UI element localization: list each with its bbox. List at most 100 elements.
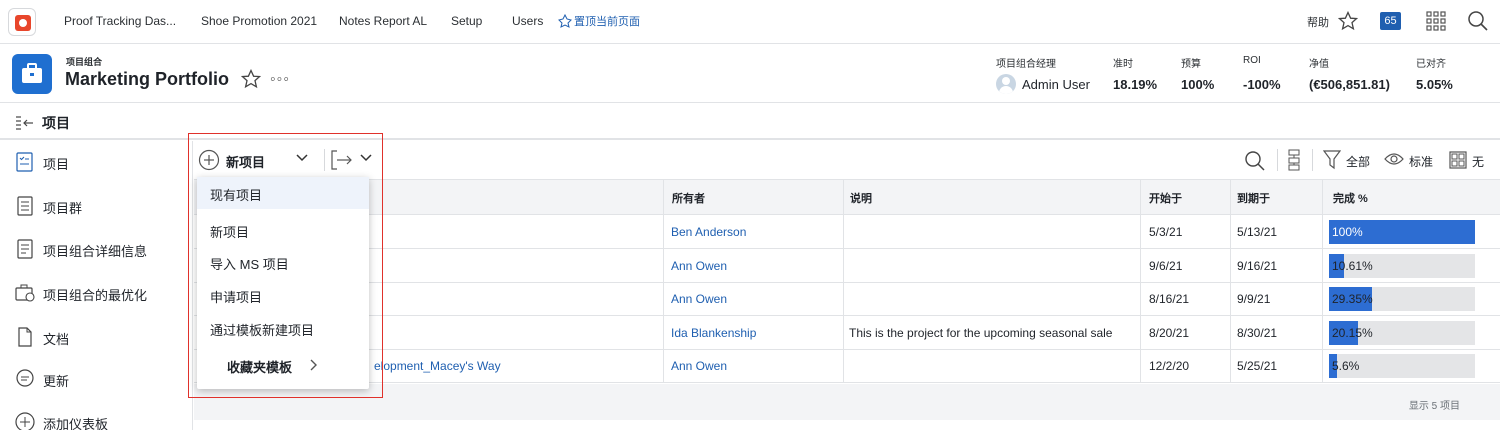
divider xyxy=(1140,179,1141,383)
highlight-box xyxy=(188,133,383,398)
progress-bar: 10.61% xyxy=(1329,253,1475,278)
owner-link[interactable]: Ben Anderson xyxy=(671,225,746,239)
section-title: 项目 xyxy=(42,115,70,131)
sidebar-item-label: 文档 xyxy=(43,332,70,347)
portfolio-header: 项目组合 Marketing Portfolio ◦◦◦ 项目组合经理 Admi… xyxy=(0,45,1500,103)
column-header-owner[interactable]: 所有者 xyxy=(672,190,705,206)
more-options-icon[interactable]: ◦◦◦ xyxy=(270,71,290,89)
nav-item-users[interactable]: Users xyxy=(512,14,543,28)
stat-label-manager: 项目组合经理 xyxy=(996,59,1056,70)
due-date-cell: 9/16/21 xyxy=(1237,258,1278,273)
table-row[interactable]: Ann Owen 9/6/21 9/16/21 10.61% xyxy=(194,249,1500,283)
divider xyxy=(1322,179,1323,383)
stat-value-net-value: (€506,851.81) xyxy=(1309,77,1390,92)
start-date-cell: 12/2/20 xyxy=(1149,359,1190,374)
hierarchy-icon[interactable] xyxy=(1286,149,1302,171)
sidebar-item-programs[interactable]: 项目群 xyxy=(14,195,189,219)
progress-bar: 20.15% xyxy=(1329,320,1475,345)
add-circle-icon xyxy=(15,412,35,430)
pin-label: 置顶当前页面 xyxy=(574,16,640,28)
nav-item-setup[interactable]: Setup xyxy=(451,14,482,28)
stat-value-roi: -100% xyxy=(1243,77,1281,92)
start-date-cell: 5/3/21 xyxy=(1149,225,1183,239)
project-list-icon xyxy=(16,152,33,172)
object-type-label: 项目组合 xyxy=(66,57,103,67)
owner-link[interactable]: Ann Owen xyxy=(671,259,727,273)
search-icon[interactable] xyxy=(1467,10,1489,32)
app-logo-icon[interactable] xyxy=(8,8,36,36)
start-date-cell: 8/20/21 xyxy=(1149,325,1190,340)
table-row[interactable]: Ann Owen 8/16/21 9/9/21 29.35% xyxy=(194,282,1500,317)
progress-label: 20.15% xyxy=(1332,325,1373,340)
owner-link[interactable]: Ann Owen xyxy=(671,292,727,306)
view-label[interactable]: 标准 xyxy=(1409,153,1433,170)
nav-item-proof-tracking[interactable]: Proof Tracking Das... xyxy=(64,14,176,28)
owner-link[interactable]: Ida Blankenship xyxy=(671,326,756,340)
stat-value-aligned: 5.05% xyxy=(1416,77,1453,92)
favorite-star-icon[interactable] xyxy=(241,69,261,89)
owner-link[interactable]: Ann Owen xyxy=(671,359,727,373)
sidebar-item-label: 项目组合详细信息 xyxy=(43,244,148,259)
sidebar-item-documents[interactable]: 文档 xyxy=(14,326,189,350)
pin-page-link[interactable]: 置顶当前页面 xyxy=(558,13,640,29)
column-header-description[interactable]: 说明 xyxy=(850,190,872,206)
nav-item-notes-report[interactable]: Notes Report AL xyxy=(339,14,427,28)
collapse-sidebar-icon[interactable] xyxy=(15,115,35,131)
project-name-link[interactable]: elopment_Macey's Way xyxy=(374,359,501,373)
table-row[interactable]: Ben Anderson 5/3/21 5/13/21 100% xyxy=(194,215,1500,249)
stat-label-budget: 预算 xyxy=(1181,59,1201,70)
table-row[interactable]: elopment_Macey's Way Ann Owen 12/2/20 5/25/… xyxy=(194,349,1500,384)
grouping-icon[interactable] xyxy=(1449,151,1467,169)
sidebar-item-label: 项目群 xyxy=(43,201,83,216)
program-icon xyxy=(17,196,33,216)
sidebar-item-portfolio-details[interactable]: 项目组合详细信息 xyxy=(14,238,189,262)
due-date-cell: 8/30/21 xyxy=(1237,325,1278,340)
column-header-due[interactable]: 到期于 xyxy=(1237,190,1270,206)
stat-label-ontime: 准时 xyxy=(1113,59,1133,70)
avatar xyxy=(996,74,1016,94)
stat-label-aligned: 已对齐 xyxy=(1416,59,1446,70)
search-icon[interactable] xyxy=(1244,150,1266,172)
sidebar-item-add-dashboard[interactable]: 添加仪表板 xyxy=(14,411,189,430)
due-date-cell: 5/25/21 xyxy=(1237,359,1278,374)
progress-bar: 100% xyxy=(1329,220,1475,244)
comment-icon xyxy=(16,369,34,387)
divider xyxy=(663,179,664,383)
favorites-star-icon[interactable] xyxy=(1338,11,1358,31)
filter-icon[interactable] xyxy=(1323,150,1341,170)
table-row[interactable]: Ida Blankenship This is the project for t… xyxy=(194,316,1500,350)
stat-value-budget: 100% xyxy=(1181,77,1215,92)
briefcase-icon xyxy=(12,54,52,94)
nav-item-shoe-promotion[interactable]: Shoe Promotion 2021 xyxy=(201,14,317,28)
sidebar-item-label: 更新 xyxy=(43,374,70,389)
progress-label: 100% xyxy=(1332,225,1363,239)
grouping-label[interactable]: 无 xyxy=(1472,153,1484,170)
sidebar-item-label: 项目 xyxy=(43,157,70,172)
column-header-start[interactable]: 开始于 xyxy=(1149,190,1182,206)
sidebar-item-portfolio-optimizer[interactable]: 项目组合的最优化 xyxy=(14,282,189,306)
help-link[interactable]: 帮助 xyxy=(1307,14,1329,30)
pin-icon xyxy=(558,13,572,28)
progress-label: 29.35% xyxy=(1332,292,1373,307)
sidebar-item-projects[interactable]: 项目 xyxy=(14,151,189,175)
eye-icon[interactable] xyxy=(1384,152,1404,166)
column-header-percent-complete[interactable]: 完成 % xyxy=(1333,190,1368,206)
filter-label[interactable]: 全部 xyxy=(1346,153,1370,170)
sidebar-item-label: 项目组合的最优化 xyxy=(43,288,148,303)
table-header: 所有者 说明 开始于 到期于 完成 % xyxy=(194,179,1500,215)
start-date-cell: 9/6/21 xyxy=(1149,258,1183,273)
stat-label-net-value: 净值 xyxy=(1309,59,1329,70)
stat-value-manager[interactable]: Admin User xyxy=(1022,77,1090,92)
sidebar-item-updates[interactable]: 更新 xyxy=(14,368,189,392)
sidebar-item-label: 添加仪表板 xyxy=(43,417,109,430)
top-navigation: Proof Tracking Das... Shoe Promotion 202… xyxy=(0,0,1500,44)
document-icon xyxy=(18,327,32,347)
optimizer-icon xyxy=(15,284,35,302)
app-grid-icon[interactable] xyxy=(1426,11,1446,31)
start-date-cell: 8/16/21 xyxy=(1149,292,1190,307)
notification-badge[interactable]: 65 xyxy=(1380,12,1401,30)
row-count: 显示 5 项目 xyxy=(1408,401,1460,412)
progress-label: 5.6% xyxy=(1332,359,1360,374)
divider xyxy=(843,179,844,383)
sidebar: 项目 项目群 项目组合详细信息 项目组合的最优化 文档 更新 添加仪表板 xyxy=(0,141,193,430)
